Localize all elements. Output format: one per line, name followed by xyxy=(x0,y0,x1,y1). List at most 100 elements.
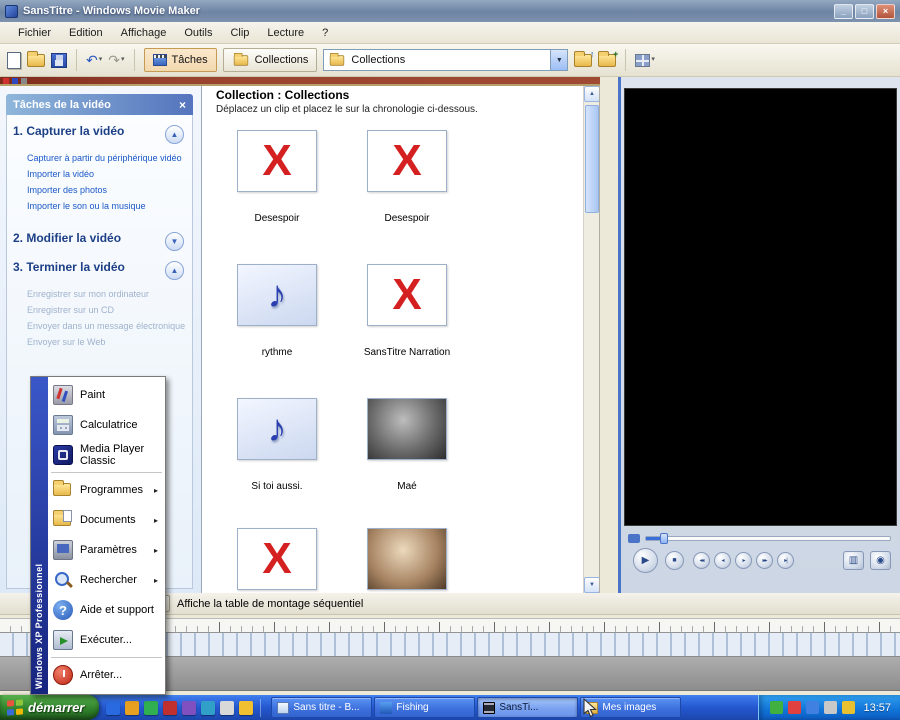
open-project-icon[interactable] xyxy=(27,50,45,67)
seek-handle[interactable] xyxy=(660,533,668,544)
link-import-video[interactable]: Importer la vidéo xyxy=(27,169,186,179)
split-clip-button[interactable]: ▥ xyxy=(843,551,864,570)
up-one-level-button[interactable]: ↑ xyxy=(574,49,594,67)
submenu-arrow-icon: ▸ xyxy=(153,515,158,525)
undo-dropdown-icon[interactable]: ▾ xyxy=(99,53,103,67)
collections-toggle-button[interactable]: Collections xyxy=(222,48,318,72)
quick-launch-icon[interactable] xyxy=(182,700,197,715)
play-button[interactable]: ▶ xyxy=(633,548,658,573)
menu-item-parametres[interactable]: Paramètres ▸ xyxy=(48,535,165,565)
section-finish-collapse-icon[interactable]: ▲ xyxy=(165,261,184,280)
clip-item[interactable]: X Desespoir xyxy=(357,130,457,224)
new-collection-button[interactable]: + xyxy=(598,49,618,67)
link-capture-device[interactable]: Capturer à partir du périphérique vidéo xyxy=(27,153,186,163)
scroll-down-icon[interactable]: ▼ xyxy=(584,577,599,593)
tasks-panel-close-icon[interactable]: × xyxy=(179,98,186,112)
menu-item-documents[interactable]: Documents ▸ xyxy=(48,505,165,535)
tray-icon[interactable] xyxy=(806,701,820,714)
seek-track[interactable] xyxy=(645,536,891,541)
menu-item-programmes[interactable]: Programmes ▸ xyxy=(48,475,165,505)
windows-xp-banner: Windows XP Professionnel xyxy=(34,563,44,689)
minimize-button[interactable]: _ xyxy=(834,3,853,19)
quick-launch-icon[interactable] xyxy=(144,700,159,715)
seek-forward-button[interactable]: ▸▸ xyxy=(756,552,773,569)
clip-item[interactable]: X xyxy=(227,528,327,593)
step-back-button[interactable]: ◂ xyxy=(714,552,731,569)
menu-item-executer[interactable]: Exécuter... xyxy=(48,625,165,655)
toolbar-separator xyxy=(625,49,627,71)
menu-outils[interactable]: Outils xyxy=(175,24,221,42)
new-project-icon[interactable] xyxy=(7,51,21,69)
collection-selector[interactable]: Collections ▼ xyxy=(323,49,569,71)
plus-icon: + xyxy=(613,48,619,59)
clip-item[interactable]: ♪ Si toi aussi. xyxy=(227,398,327,492)
menu-item-arreter[interactable]: Arrêter... xyxy=(48,660,165,690)
menu-clip[interactable]: Clip xyxy=(221,24,258,42)
menu-item-rechercher[interactable]: Rechercher ▸ xyxy=(48,565,165,595)
clip-item[interactable] xyxy=(357,528,457,593)
save-project-icon[interactable] xyxy=(51,52,67,68)
start-button[interactable]: démarrer xyxy=(0,695,100,720)
clip-item[interactable]: X SansTitre Narration xyxy=(357,264,457,358)
clip-label: Desespoir xyxy=(254,213,300,224)
seek-back-button[interactable]: ◂◂ xyxy=(693,552,710,569)
views-grid-icon xyxy=(635,54,651,67)
link-import-audio[interactable]: Importer le son ou la musique xyxy=(27,201,186,211)
combo-dropdown-icon[interactable]: ▼ xyxy=(550,50,568,70)
menu-item-calculatrice[interactable]: Calculatrice xyxy=(48,410,165,440)
tasks-toggle-button[interactable]: Tâches xyxy=(143,48,217,72)
menu-help[interactable]: ? xyxy=(313,24,337,42)
link-save-cd[interactable]: Enregistrer sur un CD xyxy=(27,305,186,315)
quick-launch-icon[interactable] xyxy=(220,700,235,715)
tray-icon[interactable] xyxy=(770,701,784,714)
menu-item-media-player-classic[interactable]: Media Player Classic xyxy=(48,440,165,470)
redo-dropdown-icon[interactable]: ▾ xyxy=(121,53,125,67)
section-finish-title: 3. Terminer la vidéo xyxy=(13,260,125,274)
menu-item-paint[interactable]: Paint xyxy=(48,380,165,410)
tasks-icon xyxy=(152,54,167,66)
step-end-button[interactable]: ▸| xyxy=(777,552,794,569)
missing-clip-icon: X xyxy=(392,136,422,185)
section-edit-expand-icon[interactable]: ▼ xyxy=(165,232,184,251)
section-capture-collapse-icon[interactable]: ▲ xyxy=(165,125,184,144)
redo-button[interactable]: ↷ ▾ xyxy=(108,53,124,67)
scroll-up-icon[interactable]: ▲ xyxy=(584,86,599,102)
views-button[interactable]: ▾ xyxy=(635,53,655,67)
clip-item[interactable]: Maé xyxy=(357,398,457,492)
quick-launch-icon[interactable] xyxy=(163,700,178,715)
taskbar-window-button[interactable]: Sans titre - B... xyxy=(271,697,373,718)
taskbar-window-button[interactable]: Fishing xyxy=(374,697,476,718)
taskbar-window-button-active[interactable]: SansTi... xyxy=(477,697,579,718)
window-title: SansTitre - Windows Movie Maker xyxy=(23,5,200,17)
quick-launch-icon[interactable] xyxy=(201,700,216,715)
tray-icon[interactable] xyxy=(824,701,838,714)
maximize-button[interactable]: □ xyxy=(855,3,874,19)
take-picture-button[interactable]: ◉ xyxy=(870,551,891,570)
stop-button[interactable]: ■ xyxy=(665,551,684,570)
clip-item[interactable]: ♪ rythme xyxy=(227,264,327,358)
collections-scrollbar[interactable]: ▲ ▼ xyxy=(583,86,599,593)
views-dropdown-icon[interactable]: ▾ xyxy=(651,53,655,67)
storyboard-toggle-label[interactable]: Affiche la table de montage séquentiel xyxy=(177,598,363,610)
link-send-web[interactable]: Envoyer sur le Web xyxy=(27,337,186,347)
preview-monitor-panel: ▶ ■ ◂◂ ◂ ▸ ▸▸ ▸| ▥ ◉ xyxy=(600,77,900,593)
close-button[interactable]: × xyxy=(876,3,895,19)
step-forward-button[interactable]: ▸ xyxy=(735,552,752,569)
link-import-photos[interactable]: Importer des photos xyxy=(27,185,186,195)
quick-launch-icon[interactable] xyxy=(106,700,121,715)
quick-launch-icon[interactable] xyxy=(125,700,140,715)
menu-lecture[interactable]: Lecture xyxy=(258,24,313,42)
scrollbar-thumb[interactable] xyxy=(585,105,599,213)
seek-bar[interactable] xyxy=(628,533,891,544)
menu-edition[interactable]: Edition xyxy=(60,24,112,42)
link-send-email[interactable]: Envoyer dans un message électronique xyxy=(27,321,186,331)
undo-button[interactable]: ↶ ▾ xyxy=(86,53,102,67)
menu-item-aide[interactable]: ? Aide et support xyxy=(48,595,165,625)
tray-icon[interactable] xyxy=(842,701,856,714)
menu-fichier[interactable]: Fichier xyxy=(9,24,60,42)
link-save-computer[interactable]: Enregistrer sur mon ordinateur xyxy=(27,289,186,299)
quick-launch-icon[interactable] xyxy=(239,700,254,715)
menu-affichage[interactable]: Affichage xyxy=(112,24,176,42)
clip-item[interactable]: X Desespoir xyxy=(227,130,327,224)
tray-icon[interactable] xyxy=(788,701,802,714)
